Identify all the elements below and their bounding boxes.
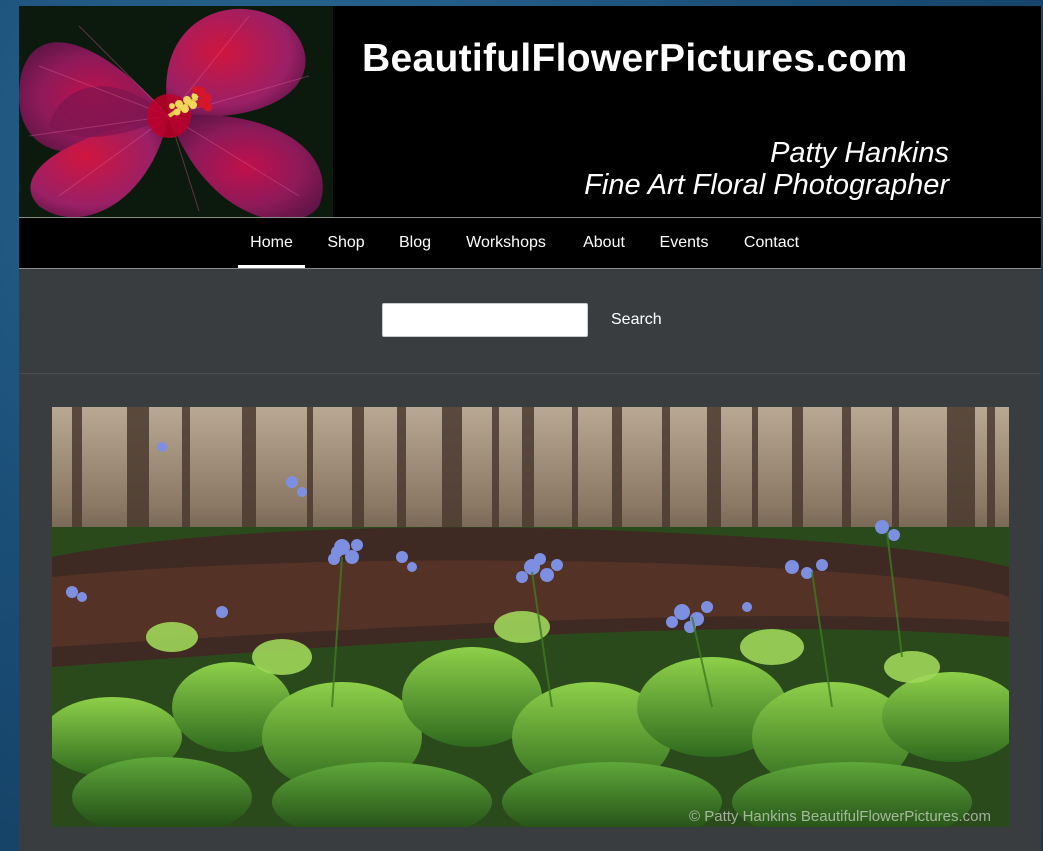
site-frame: BeautifulFlowerPictures.com Patty Hankin…	[19, 6, 1041, 851]
hibiscus-header-image	[19, 6, 333, 217]
nav-item-blog[interactable]: Blog	[395, 218, 435, 268]
copyright-watermark: © Patty Hankins BeautifulFlowerPictures.…	[689, 808, 991, 825]
tagline-role: Fine Art Floral Photographer	[584, 169, 949, 201]
site-title[interactable]: BeautifulFlowerPictures.com	[362, 37, 908, 81]
nav-item-contact[interactable]: Contact	[739, 218, 804, 268]
tagline-name: Patty Hankins	[770, 137, 949, 169]
nav-item-shop[interactable]: Shop	[322, 218, 370, 268]
search-button[interactable]: Search	[603, 303, 670, 337]
search-bar: Search	[19, 269, 1041, 374]
bluebells-hero-photo: © Patty Hankins BeautifulFlowerPictures.…	[52, 407, 1009, 827]
site-header: BeautifulFlowerPictures.com Patty Hankin…	[19, 6, 1041, 217]
search-input[interactable]	[382, 303, 588, 337]
nav-item-events[interactable]: Events	[655, 218, 713, 268]
nav-item-workshops[interactable]: Workshops	[460, 218, 552, 268]
nav-item-about[interactable]: About	[578, 218, 630, 268]
nav-item-home[interactable]: Home	[238, 218, 305, 268]
main-nav: Home Shop Blog Workshops About Events Co…	[19, 217, 1041, 269]
